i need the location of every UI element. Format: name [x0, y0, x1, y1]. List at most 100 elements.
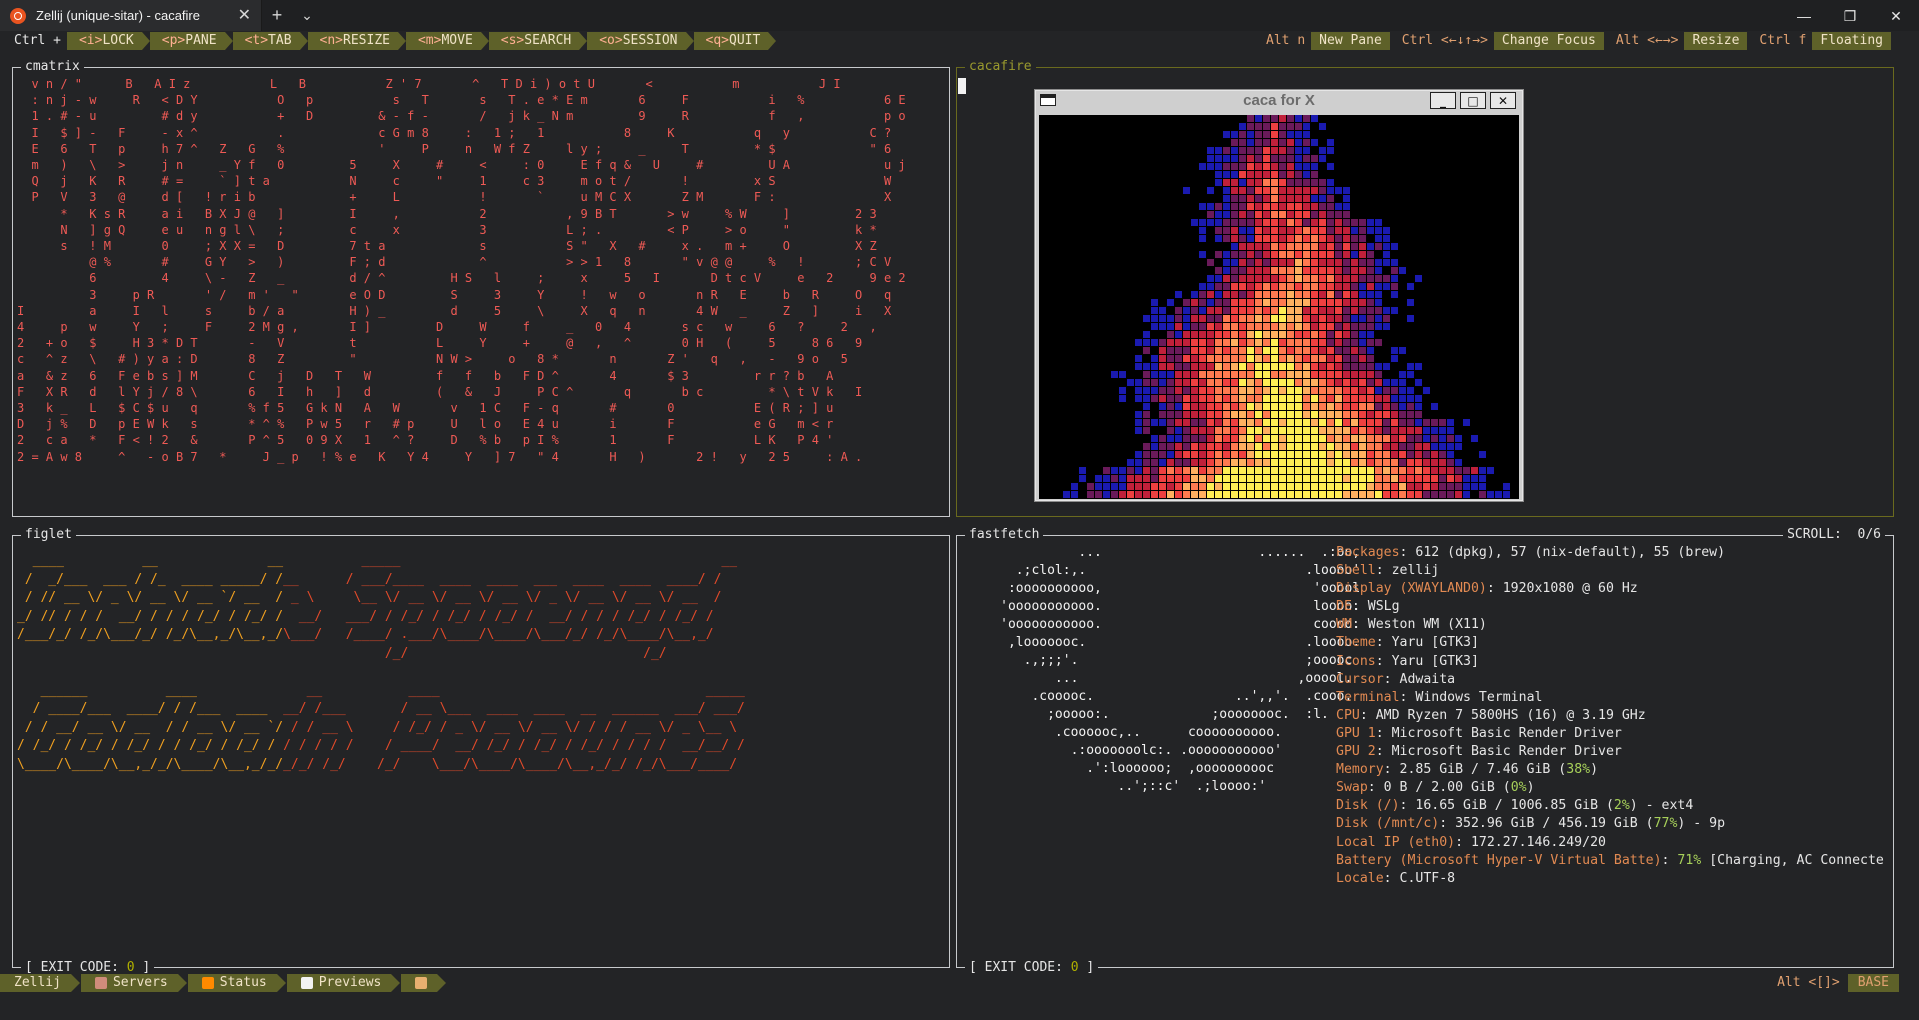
fire-cell [1383, 243, 1390, 250]
pane-figlet[interactable]: figlet ____ __ __ _____ __ / _/___ ___ /… [12, 527, 950, 976]
fire-cell [1311, 371, 1318, 378]
fire-cell [1183, 339, 1190, 346]
fire-cell [1423, 435, 1430, 442]
mode-quit[interactable]: <q> QUIT [693, 32, 777, 50]
fire-cell [1223, 451, 1230, 458]
fire-cell [1255, 171, 1262, 178]
fire-cell [1199, 411, 1206, 418]
mode-search[interactable]: <s> SEARCH [488, 32, 588, 50]
fire-cell [1111, 475, 1118, 482]
mode-lock[interactable]: <i> LOCK [66, 32, 150, 50]
fire-cell [1287, 267, 1294, 274]
fire-cell [1311, 195, 1318, 202]
fire-cell [1279, 195, 1286, 202]
fire-cell [1303, 179, 1310, 186]
fire-cell [1271, 187, 1278, 194]
fire-cell [1151, 395, 1158, 402]
fire-cell [1311, 403, 1318, 410]
close-button[interactable]: ✕ [1873, 0, 1919, 32]
fire-cell [1231, 139, 1238, 146]
fire-cell [1391, 259, 1398, 266]
fire-cell [1287, 419, 1294, 426]
pane-fastfetch[interactable]: fastfetch SCROLL: 0/6 ... ...... .:oo, .… [956, 527, 1894, 976]
caca-window[interactable]: caca for X _ □ ✕ [1034, 89, 1524, 502]
fire-cell [1351, 435, 1358, 442]
tab-previews[interactable]: Previews [286, 974, 400, 992]
figlet-line: \____/\____/\__,_/_/\____/\__,_/_/_/_/ /… [17, 756, 738, 772]
fire-cell [1391, 347, 1398, 354]
fire-cell [1159, 475, 1166, 482]
tab-status[interactable]: Status [187, 974, 286, 992]
fire-cell [1463, 475, 1470, 482]
window-menu-icon[interactable] [1040, 94, 1056, 106]
fire-cell [1231, 259, 1238, 266]
fire-cell [1375, 363, 1382, 370]
fire-cell [1335, 355, 1342, 362]
minimize-button[interactable]: — [1781, 0, 1827, 32]
tab-dropdown-button[interactable]: ⌄ [292, 7, 322, 24]
fire-cell [1199, 347, 1206, 354]
fire-cell [1247, 379, 1254, 386]
fire-cell [1311, 187, 1318, 194]
tab-close-icon[interactable]: ✕ [238, 7, 251, 24]
hint-label[interactable]: Floating [1812, 32, 1891, 50]
fire-cell [1447, 443, 1454, 450]
fire-cell [1239, 483, 1246, 490]
fire-cell [1311, 203, 1318, 210]
mode-tab[interactable]: <t> TAB [232, 32, 308, 50]
hint-label[interactable]: New Pane [1311, 32, 1390, 50]
hint-label[interactable]: Resize [1684, 32, 1748, 50]
fire-cell [1255, 123, 1262, 130]
mode-session[interactable]: <o> SESSION [587, 32, 694, 50]
caca-minimize-button[interactable]: _ [1430, 92, 1456, 109]
fire-cell [1447, 483, 1454, 490]
fire-cell [1255, 315, 1262, 322]
tab-servers[interactable]: Servers [80, 974, 187, 992]
fire-cell [1455, 483, 1462, 490]
fire-cell [1335, 211, 1342, 218]
fire-cell [1343, 211, 1350, 218]
caca-close-button[interactable]: ✕ [1490, 92, 1516, 109]
fire-cell [1223, 491, 1230, 498]
fire-cell [1383, 283, 1390, 290]
zellij-keybinding-bar: Ctrl + <i> LOCK <p> PANE <t> TAB <n> RESIZE… [0, 31, 1919, 51]
fire-cell [1215, 179, 1222, 186]
fire-cell [1239, 259, 1246, 266]
fire-cell [1287, 227, 1294, 234]
fire-cell [1279, 491, 1286, 498]
fire-cell [1383, 411, 1390, 418]
fire-cell [1263, 387, 1270, 394]
mode-resize[interactable]: <n> RESIZE [307, 32, 407, 50]
new-tab-button[interactable]: + [262, 5, 292, 26]
mode-move[interactable]: <m> MOVE [405, 32, 489, 50]
fire-cell [1303, 139, 1310, 146]
fire-cell [1359, 451, 1366, 458]
fire-cell [1255, 251, 1262, 258]
tab-extra[interactable] [401, 974, 447, 992]
fire-cell [1151, 419, 1158, 426]
fire-cell [1431, 451, 1438, 458]
fire-cell [1287, 435, 1294, 442]
fire-cell [1247, 251, 1254, 258]
fire-cell [1231, 155, 1238, 162]
fire-cell [1311, 379, 1318, 386]
restore-button[interactable]: ❐ [1827, 0, 1873, 32]
fire-cell [1167, 371, 1174, 378]
hint-label[interactable]: Change Focus [1493, 32, 1604, 50]
fire-cell [1375, 491, 1382, 498]
fire-cell [1415, 443, 1422, 450]
fire-cell [1247, 267, 1254, 274]
fire-cell [1215, 307, 1222, 314]
caca-maximize-button[interactable]: □ [1460, 92, 1486, 109]
terminal-tab[interactable]: Zellij (unique-sitar) - cacafire ✕ [0, 0, 262, 32]
fire-cell [1207, 451, 1214, 458]
caca-titlebar[interactable]: caca for X _ □ ✕ [1035, 90, 1523, 110]
fire-cell [1239, 299, 1246, 306]
pane-cmatrix[interactable]: cmatrix v n / " B A I z L B Z ' 7 ^ T D … [12, 59, 950, 517]
fire-cell [1295, 131, 1302, 138]
fire-cell [1351, 315, 1358, 322]
fire-cell [1271, 267, 1278, 274]
fire-cell [1239, 219, 1246, 226]
mode-pane[interactable]: <p> PANE [149, 32, 233, 50]
fire-cell [1223, 227, 1230, 234]
